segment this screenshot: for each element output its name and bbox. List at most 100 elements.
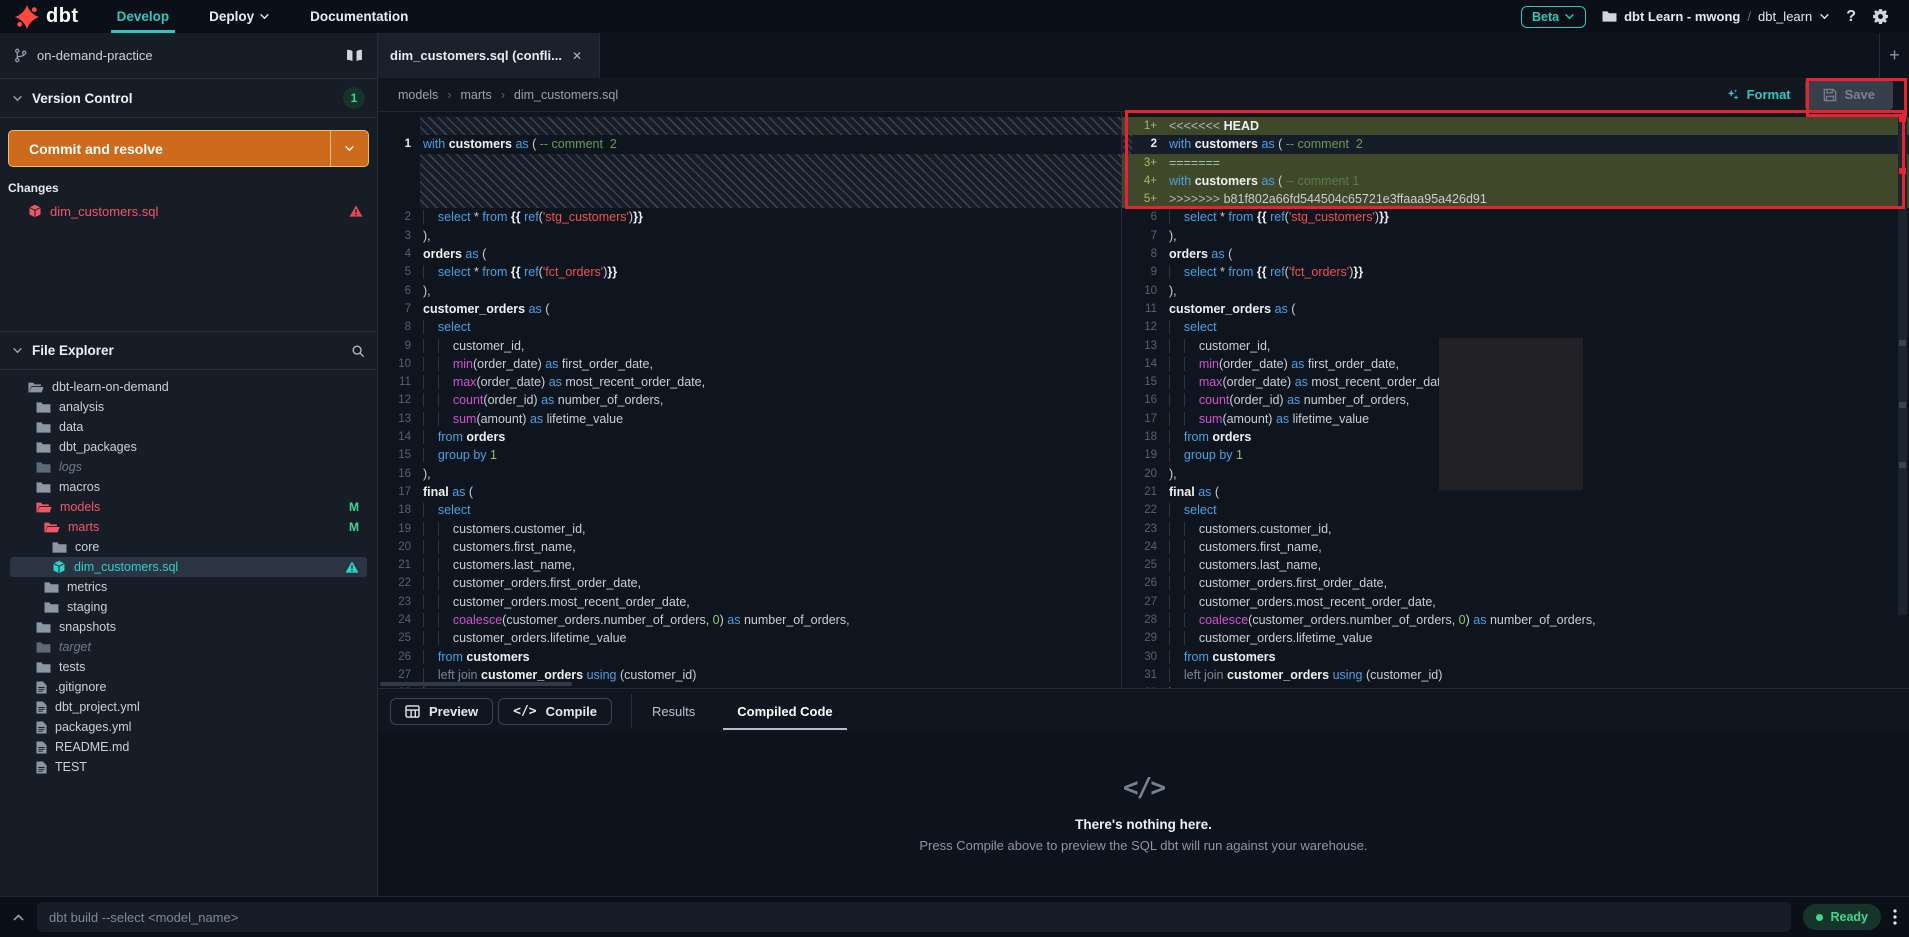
code-line[interactable]: 22 customer_orders.first_order_date, (378, 574, 1121, 592)
tree-item-core[interactable]: core (10, 537, 367, 557)
nav-documentation[interactable]: Documentation (290, 0, 428, 33)
account-project-switcher[interactable]: dbt Learn - mwong / dbt_learn (1602, 9, 1830, 24)
commit-options-dropdown[interactable] (330, 131, 368, 166)
code-line[interactable]: 26 customer_orders.first_order_date, (1122, 574, 1909, 592)
code-line[interactable]: 10 min(order_date) as first_order_date, (378, 355, 1121, 373)
code-line[interactable]: 6), (378, 282, 1121, 300)
code-line[interactable]: 32) (1122, 684, 1909, 688)
tree-item-macros[interactable]: macros (10, 477, 367, 497)
tree-item-data[interactable]: data (10, 417, 367, 437)
code-line[interactable]: 20 customers.first_name, (378, 538, 1121, 556)
horizontal-scrollbar[interactable] (380, 682, 572, 686)
code-line[interactable]: 24 customers.first_name, (1122, 538, 1909, 556)
git-branch-row[interactable]: on-demand-practice (0, 33, 377, 79)
code-line[interactable]: 7customer_orders as ( (378, 300, 1121, 318)
nav-deploy[interactable]: Deploy (189, 0, 290, 33)
tree-item-analysis[interactable]: analysis (10, 397, 367, 417)
code-line[interactable]: 7), (1122, 227, 1909, 245)
code-line[interactable]: 17final as ( (378, 483, 1121, 501)
search-icon[interactable] (351, 344, 365, 358)
code-line[interactable]: 13 sum(amount) as lifetime_value (378, 410, 1121, 428)
code-line[interactable]: 3), (378, 227, 1121, 245)
tree-item-.gitignore[interactable]: .gitignore (10, 677, 367, 697)
code-line[interactable]: 24 coalesce(customer_orders.number_of_or… (378, 611, 1121, 629)
code-line[interactable]: 12 select (1122, 318, 1909, 336)
tree-item-metrics[interactable]: metrics (10, 577, 367, 597)
code-line[interactable]: 21 customers.last_name, (378, 556, 1121, 574)
book-icon[interactable] (346, 49, 363, 62)
tab-results[interactable]: Results (650, 691, 697, 732)
code-line[interactable]: 8 select (378, 318, 1121, 336)
code-line[interactable]: 27 customer_orders.most_recent_order_dat… (1122, 593, 1909, 611)
code-line[interactable]: 18 select (378, 501, 1121, 519)
code-line[interactable]: 22 select (1122, 501, 1909, 519)
status-badge[interactable]: Ready (1803, 904, 1881, 930)
commit-and-resolve-button[interactable]: Commit and resolve (8, 130, 369, 167)
preview-button[interactable]: Preview (390, 698, 493, 725)
code-line[interactable]: 28 coalesce(customer_orders.number_of_or… (1122, 611, 1909, 629)
dbt-logo[interactable]: dbt (0, 4, 97, 30)
code-line[interactable]: 12 count(order_id) as number_of_orders, (378, 391, 1121, 409)
changed-file-dim-customers[interactable]: dim_customers.sql (0, 199, 377, 223)
save-button[interactable]: Save (1805, 79, 1893, 110)
tab-compiled-code[interactable]: Compiled Code (735, 691, 834, 732)
code-line[interactable]: 26 from customers (378, 648, 1121, 666)
command-input[interactable] (37, 902, 1791, 932)
code-line[interactable]: 15 group by 1 (378, 446, 1121, 464)
code-line[interactable]: 11customer_orders as ( (1122, 300, 1909, 318)
nav-develop[interactable]: Develop (97, 0, 190, 33)
code-line[interactable]: 8orders as ( (1122, 245, 1909, 263)
gear-icon[interactable] (1872, 8, 1889, 25)
format-button[interactable]: Format (1726, 87, 1791, 102)
tree-item-dbt_packages[interactable]: dbt_packages (10, 437, 367, 457)
code-line[interactable]: 1+<<<<<<< HEAD (1122, 117, 1909, 135)
help-button[interactable]: ? (1846, 8, 1856, 26)
code-line[interactable]: 16), (378, 465, 1121, 483)
code-line[interactable]: 3+======= (1122, 154, 1909, 172)
tab-dim-customers[interactable]: dim_customers.sql (confli... ✕ (378, 33, 600, 78)
overview-ruler[interactable] (1898, 112, 1907, 688)
kebab-menu-icon[interactable] (1893, 909, 1897, 925)
tree-item-snapshots[interactable]: snapshots (10, 617, 367, 637)
tree-item-marts[interactable]: martsM (10, 517, 367, 537)
tree-item-packages.yml[interactable]: packages.yml (10, 717, 367, 737)
code-line[interactable]: 30 from customers (1122, 648, 1909, 666)
code-line[interactable]: 31 left join customer_orders using (cust… (1122, 666, 1909, 684)
chevron-up-icon[interactable] (12, 911, 25, 924)
code-line[interactable]: 4+with customers as ( -- comment 1 (1122, 172, 1909, 190)
code-line[interactable]: 25 customers.last_name, (1122, 556, 1909, 574)
tree-item-staging[interactable]: staging (10, 597, 367, 617)
tree-item-tests[interactable]: tests (10, 657, 367, 677)
new-tab-button[interactable]: + (1879, 33, 1909, 78)
tree-item-README.md[interactable]: README.md (10, 737, 367, 757)
code-line[interactable]: 23 customer_orders.most_recent_order_dat… (378, 593, 1121, 611)
tree-item-TEST[interactable]: TEST (10, 757, 367, 777)
editor-pane-current[interactable]: 1with customers as ( -- comment 2 2 selec… (378, 112, 1121, 688)
beta-dropdown[interactable]: Beta (1521, 6, 1586, 28)
code-line[interactable]: 6 select * from {{ ref('stg_customers')}… (1122, 208, 1909, 226)
tree-item-target[interactable]: target (10, 637, 367, 657)
tree-item-logs[interactable]: logs (10, 457, 367, 477)
tree-item-dbt-learn-on-demand[interactable]: dbt-learn-on-demand (10, 377, 367, 397)
code-line[interactable]: 23 customers.customer_id, (1122, 520, 1909, 538)
code-line[interactable]: 5+>>>>>>> b81f802a66fd544504c65721e3ffaa… (1122, 190, 1909, 208)
code-line[interactable]: 9 select * from {{ ref('fct_orders')}} (1122, 263, 1909, 281)
code-line[interactable]: 19 customers.customer_id, (378, 520, 1121, 538)
compile-button[interactable]: </> Compile (498, 698, 612, 725)
close-tab-icon[interactable]: ✕ (572, 49, 582, 63)
code-line[interactable]: 10), (1122, 282, 1909, 300)
file-explorer-header[interactable]: File Explorer (0, 331, 377, 370)
code-line[interactable]: 11 max(order_date) as most_recent_order_… (378, 373, 1121, 391)
tree-item-dbt_project.yml[interactable]: dbt_project.yml (10, 697, 367, 717)
code-line[interactable]: 2 select * from {{ ref('stg_customers')}… (378, 208, 1121, 226)
tree-item-dim_customers.sql[interactable]: dim_customers.sql (10, 557, 367, 577)
code-line[interactable]: 1with customers as ( -- comment 2 (378, 135, 1121, 153)
tree-item-models[interactable]: modelsM (10, 497, 367, 517)
code-line[interactable]: 4orders as ( (378, 245, 1121, 263)
code-line[interactable]: 9 customer_id, (378, 337, 1121, 355)
version-control-header[interactable]: Version Control 1 (0, 79, 377, 118)
code-line[interactable]: 5 select * from {{ ref('fct_orders')}} (378, 263, 1121, 281)
code-line[interactable]: 2with customers as ( -- comment 2 (1122, 135, 1909, 153)
code-line[interactable]: 25 customer_orders.lifetime_value (378, 629, 1121, 647)
code-line[interactable]: 29 customer_orders.lifetime_value (1122, 629, 1909, 647)
